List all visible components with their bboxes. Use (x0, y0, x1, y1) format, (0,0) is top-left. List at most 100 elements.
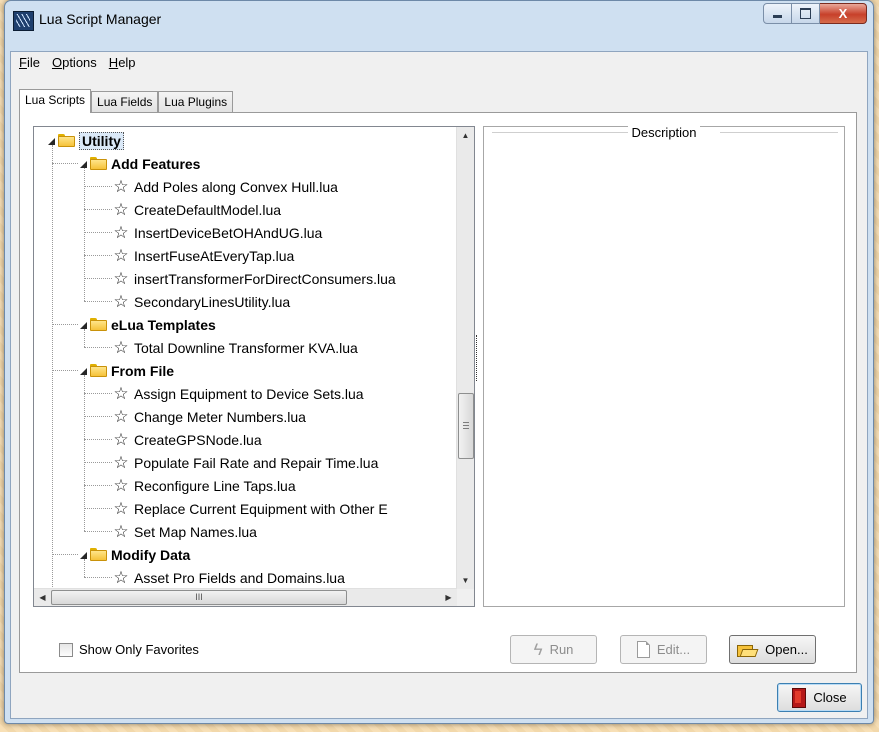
favorite-star-icon[interactable]: ☆ (112, 293, 130, 310)
tree-connector (84, 559, 85, 577)
menu-file-label: ile (26, 54, 40, 70)
run-button[interactable]: ϟ Run (510, 635, 597, 664)
open-button-label: Open... (765, 642, 808, 657)
scroll-left-arrow-icon[interactable]: ◀ (34, 589, 51, 606)
tree-connector (52, 370, 78, 371)
minimize-icon (773, 15, 782, 18)
favorite-star-icon[interactable]: ☆ (112, 201, 130, 218)
menu-help[interactable]: Help (103, 55, 142, 70)
tree-horizontal-scrollbar[interactable]: ◀ III ▶ (34, 588, 457, 606)
tab-lua-plugins[interactable]: Lua Plugins (158, 91, 234, 112)
tree-node-script[interactable]: ☆ insertTransformerForDirectConsumers.lua (112, 267, 395, 290)
close-button-label: Close (813, 690, 847, 705)
scrollbar-corner (457, 589, 474, 606)
tree-connector (84, 375, 85, 531)
description-panel: Description (483, 125, 845, 607)
tab-lua-fields[interactable]: Lua Fields (91, 91, 159, 112)
tree-node-script[interactable]: ☆ Reconfigure Line Taps.lua (112, 474, 296, 497)
favorite-star-icon[interactable]: ☆ (112, 523, 130, 540)
vertical-scroll-thumb[interactable] (458, 393, 474, 459)
tree-node-script[interactable]: ☆ InsertFuseAtEveryTap.lua (112, 244, 294, 267)
favorite-star-icon[interactable]: ☆ (112, 178, 130, 195)
horizontal-scroll-thumb[interactable]: III (51, 590, 347, 605)
folder-icon (90, 548, 107, 561)
expand-arrow-icon[interactable] (48, 137, 56, 145)
tree-node-script[interactable]: ☆ Replace Current Equipment with Other E (112, 497, 387, 520)
tree-connector (52, 324, 78, 325)
tree-node-script[interactable]: ☆ Change Meter Numbers.lua (112, 405, 306, 428)
menu-file-accelerator: F (19, 54, 27, 70)
open-button[interactable]: Open... (729, 635, 816, 664)
tree-node-script[interactable]: ☆ CreateGPSNode.lua (112, 428, 261, 451)
tree-node-label: InsertFuseAtEveryTap.lua (134, 247, 295, 264)
menu-bar: File Options Help (11, 52, 867, 72)
tree-node-root[interactable]: Utility (48, 129, 124, 152)
tree-node-label: Reconfigure Line Taps.lua (134, 477, 296, 494)
favorite-star-icon[interactable]: ☆ (112, 385, 130, 402)
tree-node-group[interactable]: Add Features (80, 152, 200, 175)
tree-connector (84, 186, 112, 187)
panel-splitter[interactable] (476, 335, 479, 381)
menu-options[interactable]: Options (46, 55, 103, 70)
window-title: Lua Script Manager (39, 11, 162, 27)
client-area: File Options Help Lua Scripts Lua Fields… (10, 51, 868, 719)
menu-file[interactable]: File (13, 55, 46, 70)
expand-arrow-icon[interactable] (80, 321, 88, 329)
favorite-star-icon[interactable]: ☆ (112, 569, 130, 586)
menu-options-label: ptions (62, 54, 97, 70)
title-bar[interactable]: Lua Script Manager X (5, 1, 873, 51)
tree-node-label: Assign Equipment to Device Sets.lua (134, 385, 364, 402)
exit-door-icon (792, 687, 807, 708)
tree-node-group[interactable]: Modify Data (80, 543, 190, 566)
tree-vertical-scrollbar[interactable]: ▲ ▼ (456, 127, 474, 589)
tree-node-script[interactable]: ☆ Asset Pro Fields and Domains.lua (112, 566, 345, 589)
favorite-star-icon[interactable]: ☆ (112, 247, 130, 264)
close-window-button[interactable]: X (820, 3, 867, 24)
tab-lua-scripts[interactable]: Lua Scripts (19, 89, 92, 113)
favorite-star-icon[interactable]: ☆ (112, 454, 130, 471)
expand-arrow-icon[interactable] (80, 367, 88, 375)
expand-arrow-icon[interactable] (80, 551, 88, 559)
favorite-star-icon[interactable]: ☆ (112, 339, 130, 356)
show-favorites-checkbox[interactable]: Show Only Favorites (59, 642, 199, 657)
tree-connector (84, 531, 112, 532)
tree-connector (84, 347, 112, 348)
favorite-star-icon[interactable]: ☆ (112, 431, 130, 448)
run-button-label: Run (549, 642, 574, 657)
close-button[interactable]: Close (777, 683, 862, 712)
tree-node-script[interactable]: ☆ Total Downline Transformer KVA.lua (112, 336, 357, 359)
menu-help-label: elp (118, 54, 136, 70)
tree-node-label: Set Map Names.lua (134, 523, 257, 540)
tree-node-script[interactable]: ☆ Set Map Names.lua (112, 520, 257, 543)
checkbox-box[interactable] (59, 642, 73, 657)
tree-node-script[interactable]: ☆ Populate Fail Rate and Repair Time.lua (112, 451, 378, 474)
tree-node-script[interactable]: ☆ CreateDefaultModel.lua (112, 198, 281, 221)
favorite-star-icon[interactable]: ☆ (112, 477, 130, 494)
tree-node-script[interactable]: ☆ Add Poles along Convex Hull.lua (112, 175, 338, 198)
favorite-star-icon[interactable]: ☆ (112, 270, 130, 287)
edit-button[interactable]: Edit... (620, 635, 707, 664)
tree-connector (84, 232, 112, 233)
expand-arrow-icon[interactable] (80, 160, 88, 168)
tree-node-label: SecondaryLinesUtility.lua (134, 293, 291, 310)
menu-help-accelerator: H (108, 54, 119, 70)
scroll-up-arrow-icon[interactable]: ▲ (457, 127, 474, 144)
tree-node-script[interactable]: ☆ Assign Equipment to Device Sets.lua (112, 382, 364, 405)
tree-connector (84, 278, 112, 279)
scroll-down-arrow-icon[interactable]: ▼ (457, 572, 474, 589)
favorite-star-icon[interactable]: ☆ (112, 408, 130, 425)
app-icon (13, 11, 34, 31)
tree-node-label: InsertDeviceBetOHAndUG.lua (134, 224, 323, 241)
script-tree[interactable]: Utility Add Features ☆ Add Poles along Conv… (33, 126, 475, 607)
tree-node-group[interactable]: eLua Templates (80, 313, 216, 336)
favorite-star-icon[interactable]: ☆ (112, 224, 130, 241)
tree-node-script[interactable]: ☆ SecondaryLinesUtility.lua (112, 290, 290, 313)
favorite-star-icon[interactable]: ☆ (112, 500, 130, 517)
tree-node-group[interactable]: From File (80, 359, 174, 382)
tree-node-script[interactable]: ☆ InsertDeviceBetOHAndUG.lua (112, 221, 322, 244)
scroll-right-arrow-icon[interactable]: ▶ (440, 589, 457, 606)
tree-node-label: CreateDefaultModel.lua (134, 201, 282, 218)
grip-line (463, 425, 469, 426)
minimize-button[interactable] (763, 3, 792, 24)
maximize-button[interactable] (792, 3, 820, 24)
